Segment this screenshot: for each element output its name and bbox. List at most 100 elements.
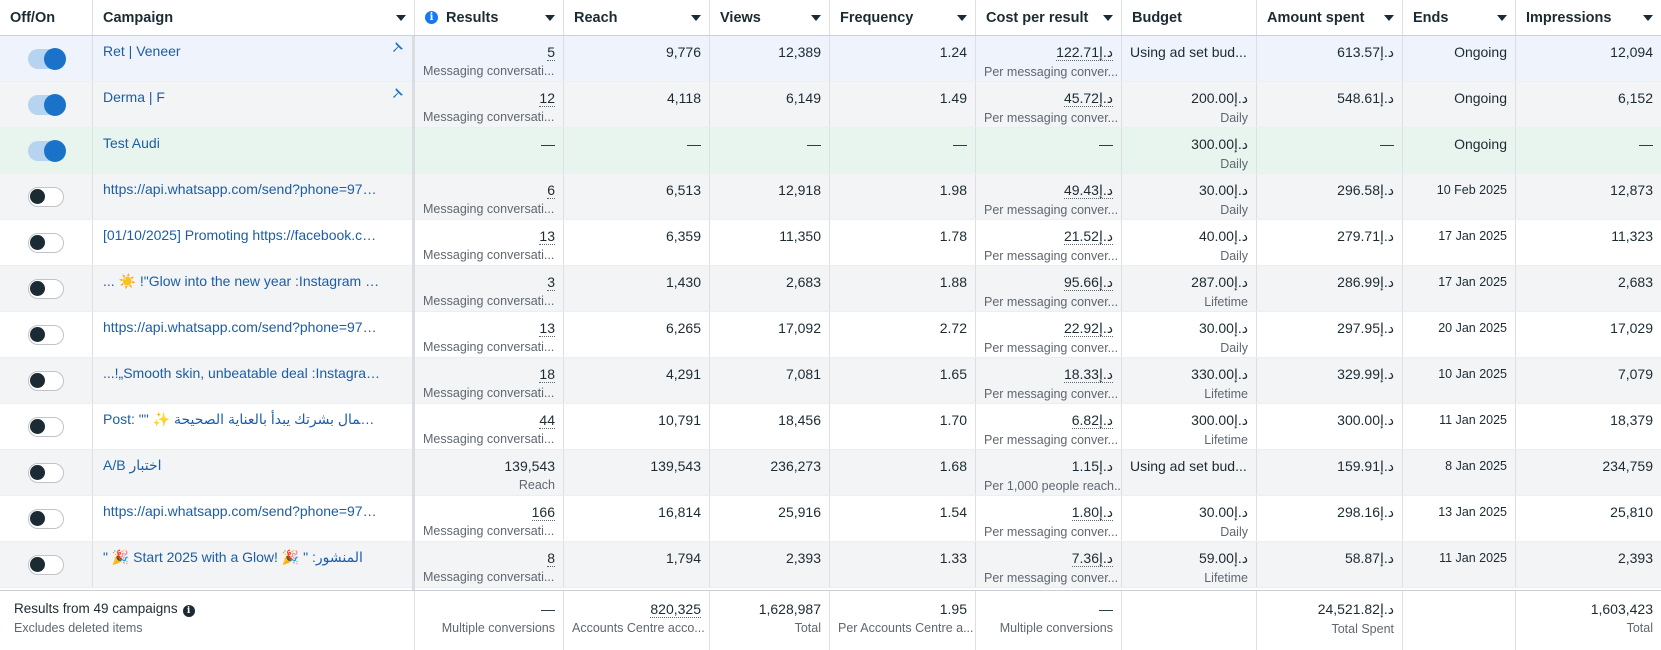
campaign-name-link[interactable]: https://api.whatsapp.com/send?phone=9715…	[93, 312, 393, 335]
results-sub: Reach	[518, 478, 555, 492]
info-icon[interactable]: i	[182, 605, 195, 617]
footer-amount-value: 24,521.82د.إ	[1317, 601, 1394, 617]
campaign-toggle[interactable]	[28, 463, 64, 483]
chevron-down-icon[interactable]	[545, 15, 555, 21]
column-header-amount-spent[interactable]: Amount spent	[1257, 0, 1403, 35]
amount-spent-cell: 286.99د.إ	[1257, 266, 1403, 311]
views-value: 12,389	[778, 44, 821, 60]
chevron-down-icon[interactable]	[691, 15, 701, 21]
campaign-name-link[interactable]: ... ☀️ !"Glow into the new year :Instagr…	[93, 266, 393, 290]
table-row[interactable]: ...!„Smooth skin, unbeatable deal :Insta…	[0, 358, 1661, 404]
column-header-impressions[interactable]: Impressions	[1516, 0, 1661, 35]
amount-spent-value: 296.58د.إ	[1337, 182, 1394, 198]
campaign-toggle[interactable]	[28, 94, 66, 116]
table-row[interactable]: https://api.whatsapp.com/send?phone=9715…	[0, 496, 1661, 542]
pin-icon[interactable]	[392, 41, 404, 53]
table-row[interactable]: Ret | Veneer 5 Messaging conversati... 9,77…	[0, 36, 1661, 82]
campaign-toggle[interactable]	[28, 371, 64, 391]
cost-sub: Per messaging conver...	[984, 525, 1119, 539]
table-row[interactable]: ... ☀️ !"Glow into the new year :Instagr…	[0, 266, 1661, 312]
reach-cell: 10,791	[564, 404, 710, 449]
results-sub: Messaging conversati...	[423, 110, 555, 124]
campaign-toggle[interactable]	[28, 509, 64, 529]
chevron-down-icon[interactable]	[396, 15, 406, 21]
chevron-down-icon[interactable]	[1643, 15, 1653, 21]
cost-sub: Per 1,000 people reach...	[984, 479, 1122, 493]
campaign-toggle[interactable]	[28, 279, 64, 299]
toggle-cell	[0, 128, 93, 173]
table-row[interactable]: Test Audi — — — — — 300.00د.إ Daily — Ongoing —	[0, 128, 1661, 174]
table-row[interactable]: https://api.whatsapp.com/send?phone=9715…	[0, 174, 1661, 220]
cost-value: 22.92د.إ	[1063, 320, 1113, 337]
chevron-down-icon[interactable]	[957, 15, 967, 21]
table-row[interactable]: [01/10/2025] Promoting https://facebook.…	[0, 220, 1661, 266]
results-cell: 8 Messaging conversati...	[415, 542, 564, 587]
column-header-frequency[interactable]: Frequency	[830, 0, 976, 35]
table-row[interactable]: Post: "" ✨ إجمال بشرتك يبدأ بالعناية الص…	[0, 404, 1661, 450]
chevron-down-icon[interactable]	[1497, 15, 1507, 21]
chevron-down-icon[interactable]	[1384, 15, 1394, 21]
impressions-cell: 234,759	[1516, 450, 1661, 495]
results-cell: 166 Messaging conversati...	[415, 496, 564, 541]
column-header-budget[interactable]: Budget	[1122, 0, 1257, 35]
campaign-name-link[interactable]: Derma | F	[93, 82, 393, 105]
campaign-name-link[interactable]: https://api.whatsapp.com/send?phone=9715…	[93, 174, 393, 197]
table-row[interactable]: Derma | F 12 Messaging conversati... 4,118 6…	[0, 82, 1661, 128]
frequency-cell: —	[830, 128, 976, 173]
campaign-name-link[interactable]: Test Audi	[93, 128, 393, 151]
budget-cell: 200.00د.إ Daily	[1122, 82, 1257, 127]
reach-value: 16,814	[658, 504, 701, 520]
impressions-value: 7,079	[1617, 366, 1653, 382]
ends-cell: 13 Jan 2025	[1403, 496, 1516, 541]
campaign-toggle[interactable]	[28, 325, 64, 345]
table-row[interactable]: https://api.whatsapp.com/send?phone=9715…	[0, 312, 1661, 358]
campaign-toggle[interactable]	[28, 140, 66, 162]
frequency-value: 1.98	[939, 182, 967, 198]
views-value: 25,916	[778, 504, 821, 520]
table-row[interactable]: " 🎉 Start 2025 with a Glow! 🎉 " :المنشور…	[0, 542, 1661, 588]
chevron-down-icon[interactable]	[811, 15, 821, 21]
footer-views-sub: Total	[794, 621, 821, 635]
campaign-toggle[interactable]	[28, 233, 64, 253]
ends-cell: 17 Jan 2025	[1403, 220, 1516, 265]
budget-value: 287.00د.إ	[1191, 274, 1248, 290]
campaign-name-link[interactable]: https://api.whatsapp.com/send?phone=9715…	[93, 496, 393, 519]
cost-value: 49.43د.إ	[1063, 182, 1113, 199]
budget-cell: 330.00د.إ Lifetime	[1122, 358, 1257, 403]
ends-cell: Ongoing	[1403, 36, 1516, 81]
campaign-toggle[interactable]	[28, 555, 64, 575]
campaign-toggle[interactable]	[28, 187, 64, 207]
campaign-name-link[interactable]: " 🎉 Start 2025 with a Glow! 🎉 " :المنشور	[93, 542, 393, 566]
results-sub: Messaging conversati...	[423, 570, 555, 584]
campaign-toggle[interactable]	[28, 417, 64, 437]
impressions-cell: 25,810	[1516, 496, 1661, 541]
column-header-results[interactable]: i Results	[415, 0, 564, 35]
campaign-name-link[interactable]: [01/10/2025] Promoting https://facebook.…	[93, 220, 393, 243]
column-header-reach[interactable]: Reach	[564, 0, 710, 35]
reach-cell: 139,543	[564, 450, 710, 495]
footer-views: 1,628,987 Total	[710, 591, 830, 650]
column-header-cost-per-result[interactable]: Cost per result	[976, 0, 1122, 35]
campaign-name-link[interactable]: A/B اختبار	[93, 450, 393, 474]
campaign-name-link[interactable]: ...!„Smooth skin, unbeatable deal :Insta…	[93, 358, 393, 382]
amount-spent-cell: 548.61د.إ	[1257, 82, 1403, 127]
cost-value: 18.33د.إ	[1063, 366, 1113, 383]
column-header-campaign[interactable]: Campaign	[93, 0, 415, 35]
cost-sub: Per messaging conver...	[984, 249, 1119, 263]
views-value: 12,918	[778, 182, 821, 198]
campaign-name-link[interactable]: Post: "" ✨ إجمال بشرتك يبدأ بالعناية الص…	[93, 404, 393, 428]
table-row[interactable]: A/B اختبار 139,543 Reach 139,543 236,273 1.68…	[0, 450, 1661, 496]
column-header-views[interactable]: Views	[710, 0, 830, 35]
ends-cell: 10 Feb 2025	[1403, 174, 1516, 219]
campaign-cell: Test Audi	[93, 128, 415, 173]
column-header-label: Frequency	[840, 9, 914, 26]
info-icon[interactable]: i	[425, 11, 438, 24]
campaign-name-link[interactable]: Ret | Veneer	[93, 36, 393, 59]
chevron-down-icon[interactable]	[1103, 15, 1113, 21]
campaign-toggle[interactable]	[28, 48, 66, 70]
pin-icon[interactable]	[392, 87, 404, 99]
column-header-offon[interactable]: Off/On	[0, 0, 93, 35]
results-value: 139,543	[504, 458, 555, 474]
column-header-ends[interactable]: Ends	[1403, 0, 1516, 35]
ends-value: 10 Feb 2025	[1436, 183, 1507, 197]
